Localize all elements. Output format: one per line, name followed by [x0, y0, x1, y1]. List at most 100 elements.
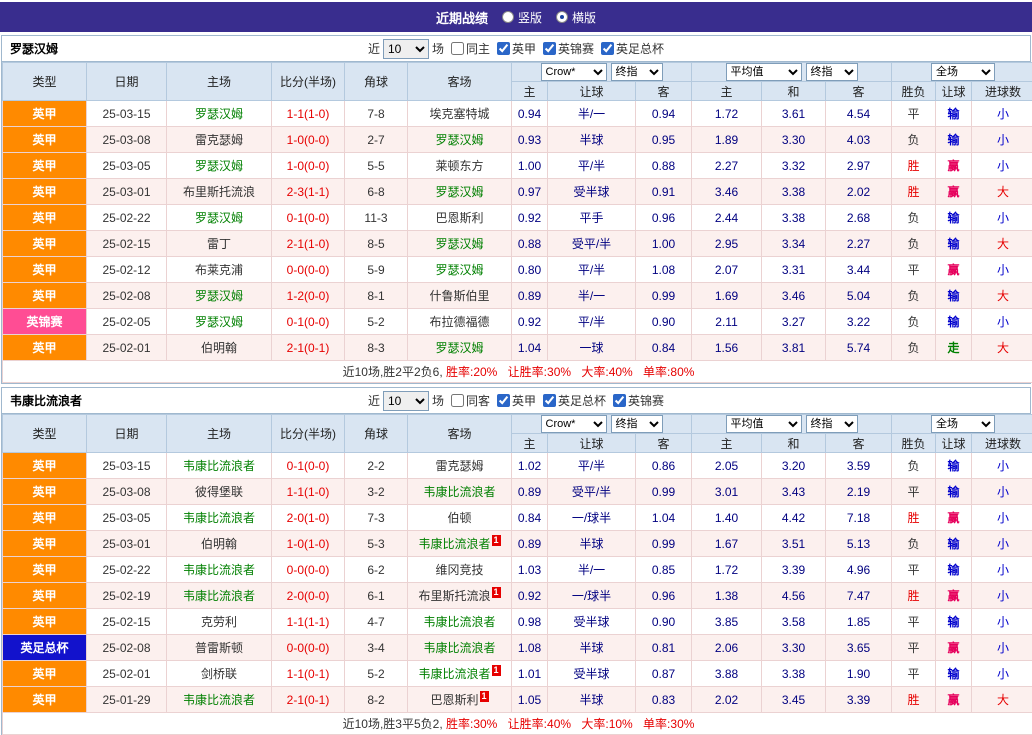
checkbox-input[interactable]	[497, 394, 510, 407]
final-odds-select[interactable]: 终指	[611, 63, 663, 81]
checkbox-label: 同客	[466, 392, 490, 409]
euro-home-odds: 1.69	[692, 283, 762, 309]
euro-home-odds: 2.07	[692, 257, 762, 283]
checkbox-input[interactable]	[451, 42, 464, 55]
column-header: 日期	[87, 415, 167, 453]
euro-home-odds: 1.56	[692, 335, 762, 361]
score: 1-1(1-1)	[272, 609, 345, 635]
team-label: 韦康比流浪者	[418, 667, 490, 681]
recent-label: 近	[368, 40, 380, 57]
match-date: 25-03-01	[87, 179, 167, 205]
match-row: 英甲25-03-01布里斯托流浪2-3(1-1)6-8罗瑟汉姆0.97受半球0.…	[3, 179, 1032, 205]
checkbox-input[interactable]	[451, 394, 464, 407]
corner-count: 4-7	[345, 609, 408, 635]
match-row: 英甲25-03-08彼得堡联1-1(1-0)3-2韦康比流浪者0.89受平/半0…	[3, 479, 1032, 505]
filter-checkbox[interactable]: 英足总杯	[543, 392, 606, 409]
match-count-select[interactable]: 10	[383, 39, 429, 59]
average-odds-select[interactable]: 平均值	[726, 63, 802, 81]
home-team: 罗瑟汉姆	[167, 153, 272, 179]
league-badge: 英甲	[3, 153, 87, 179]
checkbox-input[interactable]	[543, 42, 556, 55]
euro-home-odds: 2.44	[692, 205, 762, 231]
goals-result: 小	[972, 531, 1032, 557]
league-badge: 英甲	[3, 583, 87, 609]
filter-checkbox[interactable]: 同客	[451, 392, 490, 409]
home-team: 韦康比流浪者	[167, 505, 272, 531]
team-label: 罗瑟汉姆	[195, 211, 243, 225]
league-badge: 英甲	[3, 661, 87, 687]
checkbox-input[interactable]	[497, 42, 510, 55]
asia-home-odds: 0.89	[512, 531, 548, 557]
team-label: 布里斯托流浪	[183, 185, 255, 199]
handicap-result: 输	[936, 557, 972, 583]
match-date: 25-02-08	[87, 283, 167, 309]
checkbox-input[interactable]	[601, 42, 614, 55]
match-row: 英足总杯25-02-08普雷斯顿0-0(0-0)3-4韦康比流浪者1.08半球0…	[3, 635, 1032, 661]
asia-away-odds: 1.04	[636, 505, 692, 531]
filter-checkbox[interactable]: 英甲	[497, 40, 536, 57]
team-label: 韦康比流浪者	[183, 563, 255, 577]
team-label: 韦康比流浪者	[183, 511, 255, 525]
corner-count: 6-1	[345, 583, 408, 609]
asia-away-odds: 0.90	[636, 609, 692, 635]
full-time-select[interactable]: 全场	[931, 63, 995, 81]
filter-checkbox[interactable]: 英甲	[497, 392, 536, 409]
column-header: 角球	[345, 63, 408, 101]
euro-draw-odds: 3.81	[762, 335, 826, 361]
match-date: 25-02-05	[87, 309, 167, 335]
handicap-result: 赢	[936, 687, 972, 713]
checkbox-input[interactable]	[613, 394, 626, 407]
bookmaker-select[interactable]: Crow*	[541, 415, 607, 433]
team-label: 罗瑟汉姆	[195, 107, 243, 121]
asia-handicap: 平手	[548, 205, 636, 231]
asia-away-odds: 0.87	[636, 661, 692, 687]
score: 0-0(0-0)	[272, 635, 345, 661]
corner-count: 5-5	[345, 153, 408, 179]
page-title: 近期战绩	[436, 8, 488, 27]
column-header: 类型	[3, 415, 87, 453]
asia-away-odds: 1.08	[636, 257, 692, 283]
match-result: 平	[892, 557, 936, 583]
away-team: 罗瑟汉姆	[408, 179, 512, 205]
match-count-select[interactable]: 10	[383, 391, 429, 411]
goals-result: 小	[972, 309, 1032, 335]
filter-checkbox[interactable]: 英足总杯	[601, 40, 664, 57]
filter-checkbox[interactable]: 英锦赛	[543, 40, 594, 57]
view-option[interactable]: 竖版	[502, 9, 542, 26]
asia-handicap: 一球	[548, 335, 636, 361]
euro-away-odds: 1.90	[826, 661, 892, 687]
score: 0-1(0-0)	[272, 205, 345, 231]
euro-away-odds: 5.04	[826, 283, 892, 309]
team-label: 韦康比流浪者	[183, 693, 255, 707]
sub-column-header: 客	[636, 434, 692, 453]
goals-result: 小	[972, 505, 1032, 531]
euro-home-odds: 2.02	[692, 687, 762, 713]
away-team: 什鲁斯伯里	[408, 283, 512, 309]
filter-checkbox[interactable]: 英锦赛	[613, 392, 664, 409]
asia-handicap: 半球	[548, 635, 636, 661]
asia-away-odds: 0.99	[636, 283, 692, 309]
radio-icon	[556, 11, 568, 23]
home-team: 罗瑟汉姆	[167, 101, 272, 127]
filter-bar: 近10场同客英甲英足总杯英锦赛	[368, 391, 664, 411]
asia-handicap: 平/半	[548, 453, 636, 479]
final-odds-select[interactable]: 终指	[611, 415, 663, 433]
handicap-result: 赢	[936, 179, 972, 205]
team-label: 韦康比流浪者	[423, 615, 495, 629]
average-odds-select[interactable]: 平均值	[726, 415, 802, 433]
corner-count: 8-3	[345, 335, 408, 361]
filter-checkbox[interactable]: 同主	[451, 40, 490, 57]
handicap-result: 输	[936, 609, 972, 635]
view-option-label: 横版	[572, 9, 596, 26]
final-odds-select[interactable]: 终指	[806, 63, 858, 81]
checkbox-input[interactable]	[543, 394, 556, 407]
score: 2-3(1-1)	[272, 179, 345, 205]
euro-home-odds: 1.72	[692, 101, 762, 127]
full-time-select[interactable]: 全场	[931, 415, 995, 433]
view-option[interactable]: 横版	[556, 9, 596, 26]
goals-result: 小	[972, 453, 1032, 479]
bookmaker-select[interactable]: Crow*	[541, 63, 607, 81]
final-odds-select[interactable]: 终指	[806, 415, 858, 433]
handicap-result: 输	[936, 531, 972, 557]
asia-handicap: 一/球半	[548, 583, 636, 609]
